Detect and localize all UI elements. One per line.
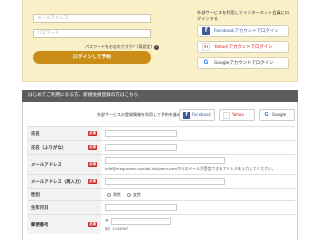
facebook-register-button[interactable]: f Facebook [179,109,215,121]
birthday-label: 生年月日 [31,205,49,211]
yahoo-icon [223,111,230,119]
gender-radio-group: 男性 女性 [105,192,295,198]
login-button[interactable]: ログインして予約 [33,51,151,64]
sns-login: 外部サービスを利用してインターネット会員にログインする f Facebookアカ… [197,10,291,73]
google-login-label: Googleアカウントでログイン [214,61,274,67]
required-badge: 必須 [88,179,97,184]
login-panel: メールアドレス パスワード パスワードをお忘れですか？(再設定) ? ログインし… [22,0,298,82]
row-email-confirm: メールアドレス（再入力） 必須 [27,174,295,188]
zip-example: 例）1234567 [105,226,129,231]
help-icon[interactable]: ? [154,44,159,50]
email-confirm-label: メールアドレス（再入力） [31,179,84,185]
zip-prefix: 〒 [105,218,109,223]
gender-label: 性別 [31,192,40,198]
facebook-icon: f [183,111,190,119]
yahoo-icon: Y! [202,43,210,52]
row-zip: 郵便番号 必須 〒 例）1234567 [27,214,295,234]
zip-label: 郵便番号 [31,222,49,228]
yahoo-register-button[interactable]: Yahoo [219,109,255,121]
facebook-login-label: Facebookアカウントでログイン [214,29,279,35]
female-radio[interactable] [127,192,131,197]
email-note: info@meguromo-syaido-ishigami.comからのメールが… [105,166,276,171]
sns-register-text: 外部サービスの登録情報を利用して予約を進める [97,112,185,117]
kana-label: 氏名（ふりがな） [31,145,67,151]
facebook-icon: f [202,27,210,36]
email-label: メールアドレス [31,162,62,168]
name-label: 氏名 [31,131,40,137]
forgot-password-link[interactable]: パスワードをお忘れですか？(再設定) ? [33,44,159,50]
sns-login-title: 外部サービスを利用してインターネット会員にログインする [197,10,290,21]
google-login-button[interactable]: G Googleアカウントでログイン [197,57,289,70]
row-name: 氏名 必須 [27,126,295,140]
forgot-password-label[interactable]: パスワードをお忘れですか？(再設定) [85,44,152,50]
male-radio[interactable] [107,192,111,197]
yahoo-register-label: Yahoo [232,112,244,117]
name-input[interactable] [105,130,177,137]
female-label: 女性 [133,191,141,197]
yahoo-login-label: Yahoo!アカウントでログイン [214,45,273,51]
facebook-register-label: Facebook [192,112,211,117]
facebook-login-button[interactable]: f Facebookアカウントでログイン [197,25,289,38]
row-gender: 性別 男性 女性 [27,188,295,200]
zip-input[interactable] [111,217,171,225]
google-icon: G [263,111,270,119]
registration-table: 氏名 必須 氏名（ふりがな） 必須 メールアドレス 必須 info@meguro… [27,126,295,234]
google-register-button[interactable]: G Google [259,109,295,121]
row-email: メールアドレス 必須 info@meguromo-syaido-ishigami… [27,154,295,174]
required-badge: 必須 [88,222,97,227]
email-confirm-input[interactable] [105,178,225,185]
kana-input[interactable] [105,144,177,151]
registration-header: はじめてご利用になる方、新規会員登録の方はこちら [22,90,298,102]
member-login-form: メールアドレス パスワード パスワードをお忘れですか？(再設定) ? [33,14,167,50]
birthday-input[interactable] [105,204,177,211]
google-icon: G [202,59,210,68]
registration-form: 外部サービスの登録情報を利用して予約を進める f Facebook Yahoo … [22,102,298,240]
row-kana: 氏名（ふりがな） 必須 [27,140,295,154]
google-register-label: Google [272,112,287,117]
required-badge: 必須 [88,145,97,150]
email-register-input[interactable] [105,157,225,164]
page: メールアドレス パスワード パスワードをお忘れですか？(再設定) ? ログインし… [0,0,320,240]
sns-register-row: 外部サービスの登録情報を利用して予約を進める f Facebook Yahoo … [23,106,297,124]
required-badge: 必須 [88,131,97,136]
yahoo-login-button[interactable]: Y! Yahoo!アカウントでログイン [197,41,289,54]
male-label: 男性 [113,191,121,197]
row-birthday: 生年月日 [27,200,295,214]
email-input[interactable]: メールアドレス [33,14,151,23]
password-input[interactable]: パスワード [33,29,151,38]
required-badge: 必須 [88,162,97,167]
